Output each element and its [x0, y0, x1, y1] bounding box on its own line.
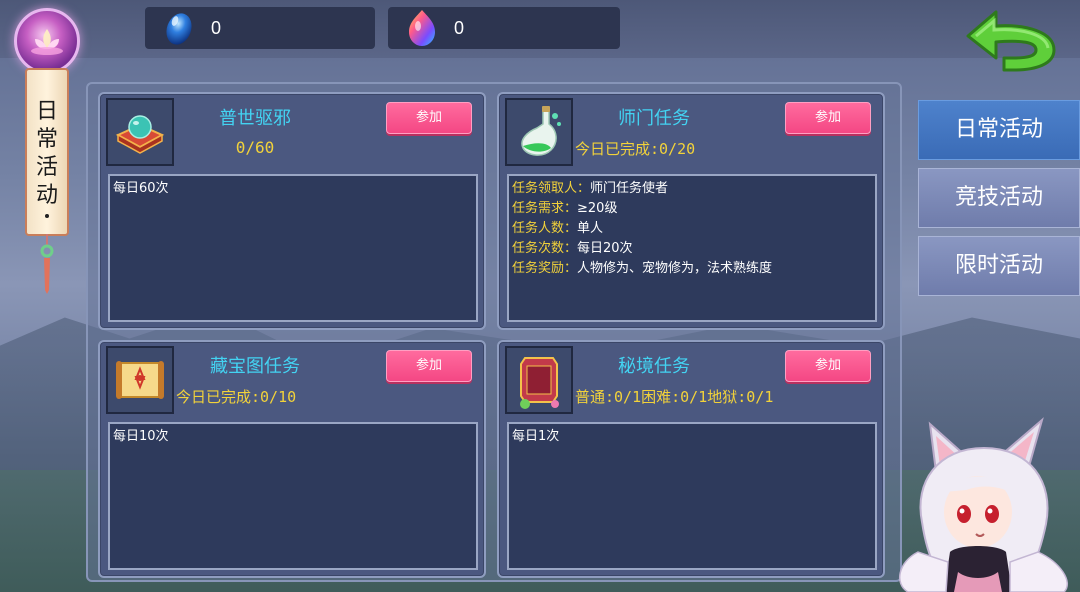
side-tag-char: 动	[35, 183, 58, 208]
activity-description: 每日1次	[507, 422, 877, 570]
secret-realm-token-icon	[505, 346, 573, 414]
activity-progress: 今日已完成:0/20	[575, 140, 696, 158]
detail-value: 每日20次	[577, 241, 633, 256]
activity-title: 师门任务	[618, 108, 690, 129]
activity-progress: 0/60	[235, 138, 275, 157]
detail-row: 任务需求：≥20级	[512, 199, 872, 219]
activity-card: 师门任务 今日已完成:0/20 参加 任务领取人：师门任务使者 任务需求：≥20…	[497, 92, 885, 330]
daily-activity-side-tag: 日 常 活 动	[8, 4, 88, 304]
detail-value: ≥20级	[577, 201, 618, 216]
tab-daily-activities[interactable]: 日常活动	[918, 100, 1080, 160]
detail-key: 任务需求：	[512, 201, 578, 216]
join-button[interactable]: 参加	[386, 350, 472, 382]
activity-progress: 普通:0/1困难:0/1地狱:0/1	[575, 388, 774, 406]
jade-orb-icon	[106, 98, 174, 166]
activity-card: 普世驱邪 0/60 参加 每日60次	[98, 92, 486, 330]
activity-title: 藏宝图任务	[210, 356, 300, 377]
side-tag-scroll: 日 常 活 动	[25, 68, 69, 236]
detail-row: 任务次数：每日20次	[512, 239, 872, 259]
blue-gem-icon	[159, 8, 199, 48]
rainbow-gem-count: 0	[454, 17, 465, 38]
detail-row: 任务领取人：师门任务使者	[512, 179, 872, 199]
side-tag-char: 常	[35, 127, 58, 152]
join-button[interactable]: 参加	[785, 350, 871, 382]
detail-key: 任务奖励：	[512, 261, 578, 276]
back-arrow-button[interactable]	[962, 6, 1062, 74]
lotus-orb-icon	[14, 8, 80, 74]
currency-rainbow-gem: 0	[388, 7, 620, 49]
tab-competitive-activities[interactable]: 竞技活动	[918, 168, 1080, 228]
detail-key: 任务领取人：	[512, 181, 591, 196]
detail-value: 师门任务使者	[590, 181, 669, 196]
currency-blue-gem: 0	[145, 7, 375, 49]
detail-row: 任务人数：单人	[512, 219, 872, 239]
activity-card: 秘境任务 普通:0/1困难:0/1地狱:0/1 参加 每日1次	[497, 340, 885, 578]
back-arrow-icon	[966, 10, 1056, 72]
detail-value: 人物修为、宠物修为，法术熟练度	[577, 261, 773, 276]
activity-card: 藏宝图任务 今日已完成:0/10 参加 每日10次	[98, 340, 486, 578]
blue-gem-count: 0	[211, 17, 222, 38]
side-tag-char: 活	[35, 155, 58, 180]
activity-title: 普世驱邪	[219, 108, 291, 129]
potion-vase-icon	[505, 98, 573, 166]
fox-girl-mascot	[888, 412, 1080, 592]
join-button[interactable]: 参加	[785, 102, 871, 134]
activity-description: 任务领取人：师门任务使者 任务需求：≥20级 任务人数：单人 任务次数：每日20…	[507, 174, 877, 322]
rainbow-gem-icon	[402, 8, 442, 48]
tab-limited-time-activities[interactable]: 限时活动	[918, 236, 1080, 296]
activity-description: 每日10次	[108, 422, 478, 570]
activity-progress: 今日已完成:0/10	[176, 388, 297, 406]
tassel-icon	[38, 234, 56, 296]
detail-key: 任务人数：	[512, 221, 578, 236]
side-tag-char: 日	[35, 99, 58, 124]
join-button[interactable]: 参加	[386, 102, 472, 134]
detail-row: 任务奖励：人物修为、宠物修为，法术熟练度	[512, 259, 872, 279]
detail-key: 任务次数：	[512, 241, 578, 256]
activity-title: 秘境任务	[618, 356, 690, 377]
activity-description: 每日60次	[108, 174, 478, 322]
detail-value: 单人	[577, 221, 604, 236]
side-tag-dot	[45, 214, 49, 218]
treasure-map-scroll-icon	[106, 346, 174, 414]
